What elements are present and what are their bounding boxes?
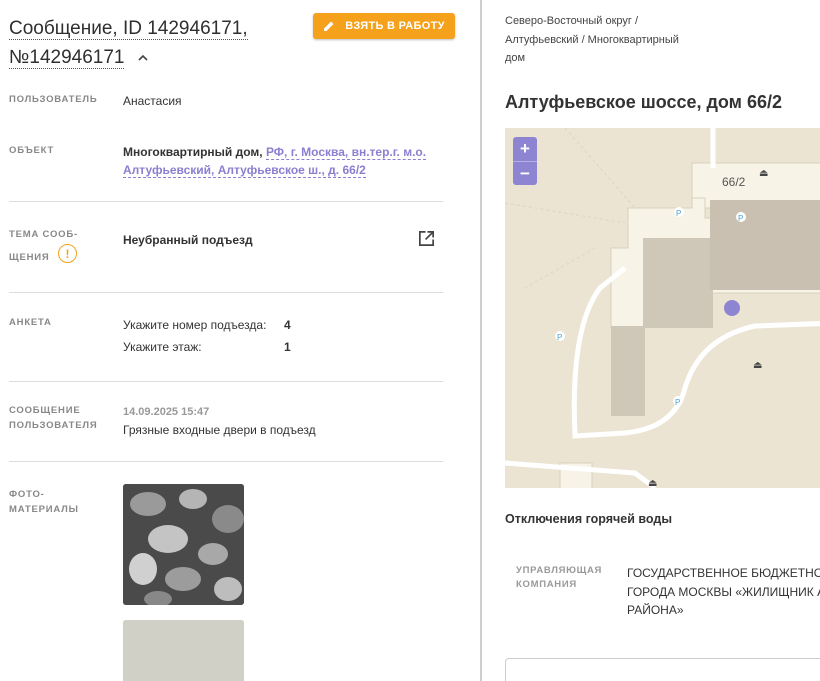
mc-value-line-3: РАЙОНА» bbox=[627, 603, 684, 617]
mc-value-line-2: ГОРОДА МОСКВЫ «ЖИЛИЩНИК А bbox=[627, 584, 820, 599]
user-value: Анастасия bbox=[123, 94, 182, 108]
management-company-value: ГОСУДАРСТВЕННОЕ БЮДЖЕТНОЕ ГОРОДА МОСКВЫ … bbox=[627, 564, 820, 620]
pencil-icon bbox=[324, 21, 334, 31]
message-details-pane: Сообщение, ID 142946171, №142946171 ВЗЯТ… bbox=[0, 0, 478, 681]
topic-label-line-1: ТЕМА СООБ- bbox=[9, 229, 78, 240]
survey-question: Укажите номер подъезда: bbox=[123, 318, 267, 332]
zoom-out-button[interactable]: − bbox=[513, 161, 537, 185]
object-address-link-2[interactable]: Алтуфьевский, Алтуфьевское ш., д. 66/2 bbox=[123, 163, 366, 178]
photos-label: ФОТО- МАТЕРИАЛЫ bbox=[9, 487, 79, 517]
take-to-work-label: ВЗЯТЬ В РАБОТУ bbox=[345, 20, 445, 32]
divider bbox=[9, 461, 443, 462]
survey-answers: Укажите номер подъезда: 4 Укажите этаж: … bbox=[123, 314, 291, 358]
chevron-up-icon[interactable] bbox=[138, 53, 148, 63]
survey-label: АНКЕТА bbox=[9, 317, 52, 328]
title-line-1: Сообщение, ID 142946171, bbox=[9, 18, 248, 40]
svg-text:P: P bbox=[675, 398, 680, 407]
zoom-control: + − bbox=[513, 137, 537, 185]
page-title: Сообщение, ID 142946171, №142946171 bbox=[9, 14, 299, 72]
topic-value: Неубранный подъезд bbox=[123, 233, 253, 247]
message-label: СООБЩЕНИЕ ПОЛЬЗОВАТЕЛЯ bbox=[9, 403, 97, 433]
zoom-in-button[interactable]: + bbox=[513, 137, 537, 161]
mc-label-line-2: КОМПАНИЯ bbox=[516, 579, 577, 590]
user-label: ПОЛЬЗОВАТЕЛЬ bbox=[9, 94, 98, 105]
message-body: 14.09.2025 15:47 Грязные входные двери в… bbox=[123, 402, 316, 439]
svg-text:⏏: ⏏ bbox=[648, 478, 657, 488]
breadcrumb-line-3: дом bbox=[505, 52, 526, 64]
map-canvas: P P P P ⏏ ⏏ ⏏ bbox=[505, 128, 820, 488]
title-line-2: №142946171 bbox=[9, 47, 125, 69]
survey-row: Укажите номер подъезда: 4 bbox=[123, 314, 291, 336]
object-info-pane: Северо-Восточный округ / Алтуфьевский / … bbox=[482, 0, 820, 681]
topic-label-line-2: ЩЕНИЯ bbox=[9, 252, 50, 263]
breadcrumb: Северо-Восточный округ / Алтуфьевский / … bbox=[505, 12, 705, 68]
svg-text:P: P bbox=[676, 209, 681, 218]
survey-question: Укажите этаж: bbox=[123, 340, 202, 354]
map-house-label: 66/2 bbox=[722, 175, 746, 189]
warning-icon: ! bbox=[58, 244, 77, 263]
message-label-line-1: СООБЩЕНИЕ bbox=[9, 405, 81, 416]
svg-text:⏏: ⏏ bbox=[753, 360, 762, 371]
reply-input[interactable] bbox=[505, 658, 820, 681]
take-to-work-button[interactable]: ВЗЯТЬ В РАБОТУ bbox=[313, 13, 455, 39]
message-text: Грязные входные двери в подъезд bbox=[123, 423, 316, 437]
address-title: Алтуфьевское шоссе, дом 66/2 bbox=[505, 92, 783, 112]
object-label: ОБЪЕКТ bbox=[9, 145, 55, 156]
svg-text:P: P bbox=[557, 333, 562, 342]
map[interactable]: P P P P ⏏ ⏏ ⏏ + − 66/2 bbox=[505, 128, 820, 488]
message-label-line-2: ПОЛЬЗОВАТЕЛЯ bbox=[9, 420, 98, 431]
management-company-label: УПРАВЛЯЮЩАЯ КОМПАНИЯ bbox=[516, 564, 602, 592]
mc-value-line-1: ГОСУДАРСТВЕННОЕ БЮДЖЕТНОЕ bbox=[627, 566, 820, 580]
divider bbox=[9, 381, 443, 382]
svg-text:⏏: ⏏ bbox=[759, 168, 768, 179]
survey-answer: 1 bbox=[284, 340, 291, 354]
divider bbox=[9, 292, 443, 293]
mc-label-line-1: УПРАВЛЯЮЩАЯ bbox=[516, 565, 603, 576]
survey-answer: 4 bbox=[284, 318, 291, 332]
object-address-link[interactable]: РФ, г. Москва, вн.тер.г. м.о. bbox=[265, 145, 427, 160]
photo-thumbnail[interactable] bbox=[123, 484, 244, 605]
message-date: 14.09.2025 15:47 bbox=[123, 406, 210, 418]
survey-row: Укажите этаж: 1 bbox=[123, 336, 291, 358]
divider bbox=[9, 201, 443, 202]
object-type: Многоквартирный дом, bbox=[123, 145, 263, 159]
photo-thumbnail[interactable] bbox=[123, 620, 244, 681]
photos-label-line-2: МАТЕРИАЛЫ bbox=[9, 504, 79, 515]
open-external-icon[interactable] bbox=[417, 229, 436, 248]
svg-text:P: P bbox=[738, 214, 743, 223]
breadcrumb-line-1: Северо-Восточный округ / bbox=[505, 15, 639, 27]
photos-label-line-1: ФОТО- bbox=[9, 489, 45, 500]
hot-water-outages-title: Отключения горячей воды bbox=[505, 512, 673, 526]
object-value: Многоквартирный дом, РФ, г. Москва, вн.т… bbox=[123, 143, 443, 179]
breadcrumb-line-2: Алтуфьевский / Многоквартирный bbox=[505, 33, 679, 46]
